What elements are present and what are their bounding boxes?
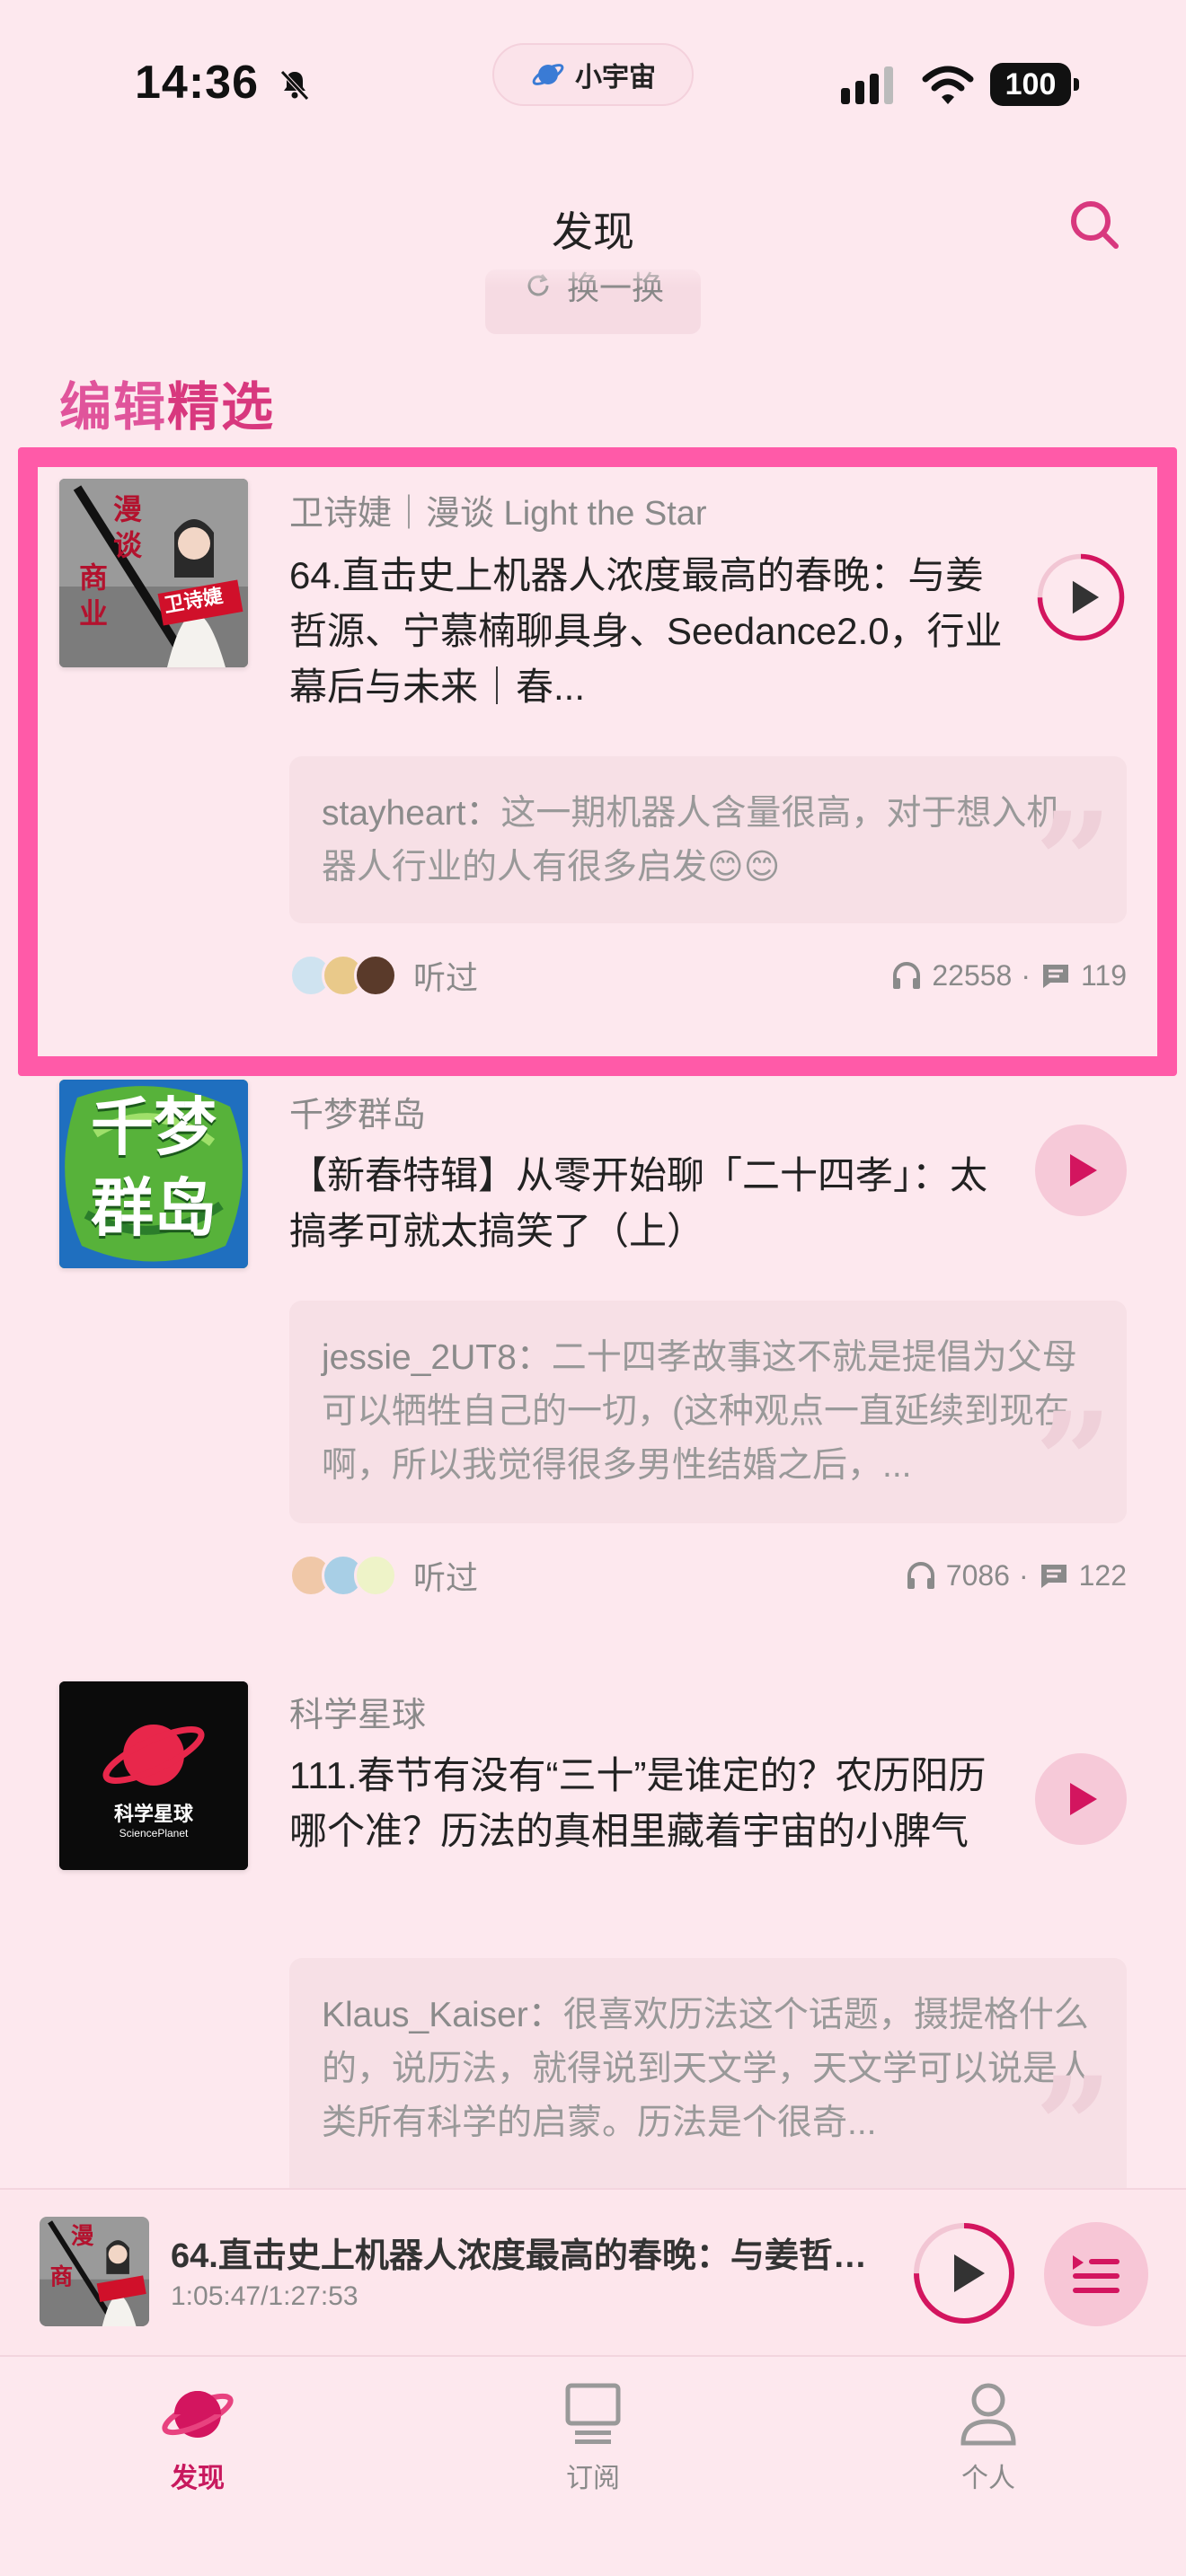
tab-label: 个人 — [961, 2464, 1015, 2493]
comment-count: 122 — [1078, 1558, 1127, 1592]
app-island-pill[interactable]: 小宇宙 — [492, 43, 694, 106]
episode-stats: 7086 · 122 — [905, 1548, 1127, 1602]
section-title-part2: 精选 — [167, 378, 276, 437]
tab-label: 发现 — [171, 2464, 225, 2493]
mini-player[interactable]: 漫 商 64.直击史上机器人浓度最高的春晚：与姜哲源、宁慕楠聊具身、Seedan… — [0, 2188, 1186, 2355]
play-progress-ring-icon — [1037, 553, 1125, 641]
quote-mark-icon: ” — [1034, 783, 1112, 923]
section-title-part1: 编辑 — [59, 378, 168, 437]
play-icon — [1070, 1783, 1097, 1815]
listened-row[interactable]: 听过 — [289, 1548, 478, 1602]
playlist-button[interactable] — [1044, 2222, 1148, 2326]
planet-logo-icon — [532, 64, 564, 85]
hot-comment[interactable]: Klaus_Kaiser：很喜欢历法这个话题，摄提格什么的，说历法，就得说到天文… — [289, 1958, 1127, 2188]
listened-label: 听过 — [413, 959, 479, 996]
play-button[interactable] — [1035, 1753, 1127, 1845]
mini-player-title[interactable]: 64.直击史上机器人浓度最高的春晚：与姜哲源、宁慕楠聊具身、Seedance2.… — [171, 2228, 890, 2277]
mini-player-time: 1:05:47/1:27:53 — [171, 2281, 358, 2311]
tab-discover[interactable]: 发现 — [108, 2375, 288, 2495]
page-title: 发现 — [552, 208, 634, 255]
stat-separator: · — [1018, 1558, 1029, 1592]
headphones-icon — [907, 1562, 934, 1589]
cover-art-image: 漫 商 — [40, 2217, 149, 2326]
avatar — [354, 1554, 397, 1597]
episode-title[interactable]: 111.春节有没有“三十”是谁定的？农历阳历哪个准？历法的真相里藏着宇宙的小脾气 — [289, 1748, 1008, 1859]
episode-author[interactable]: 卫诗婕｜漫谈 Light the Star — [289, 485, 707, 534]
episode-title[interactable]: 【新春特辑】从零开始聊「二十四孝」：太搞孝可就太搞笑了（上） — [289, 1148, 1008, 1259]
bell-muted-icon — [280, 70, 309, 101]
search-icon[interactable] — [1066, 196, 1123, 253]
section-title: 编辑精选 — [59, 365, 275, 440]
mini-player-play-button[interactable] — [911, 2220, 1017, 2326]
comment-username: Klaus_Kaiser： — [322, 1996, 563, 2034]
episode-author[interactable]: 科学星球 — [289, 1687, 426, 1736]
play-button[interactable] — [1035, 551, 1127, 643]
stat-separator: · — [1021, 958, 1031, 992]
battery-indicator: 100 — [990, 63, 1079, 106]
cover-text: 千梦 群岛 — [91, 1092, 217, 1243]
listener-avatars — [289, 954, 397, 997]
episode-stats: 22558 · 119 — [890, 948, 1127, 1002]
play-count: 22558 — [932, 958, 1013, 992]
monitor-icon — [565, 2383, 621, 2444]
quote-mark-icon: ” — [1034, 2048, 1112, 2188]
person-icon — [960, 2383, 1016, 2446]
tab-label: 订阅 — [566, 2464, 620, 2493]
mini-player-cover[interactable]: 漫 商 — [40, 2217, 149, 2326]
comment-icon — [1042, 965, 1068, 988]
comment-icon — [1040, 1565, 1067, 1588]
planet-icon — [162, 2391, 234, 2438]
play-button[interactable] — [1035, 1125, 1127, 1216]
tab-bar: 发现 订阅 个人 — [0, 2355, 1186, 2576]
header-fade — [0, 260, 1186, 287]
avatar — [354, 954, 397, 997]
svg-text:商: 商 — [50, 2264, 74, 2291]
svg-text:漫: 漫 — [71, 2223, 94, 2250]
comment-count: 119 — [1080, 958, 1127, 992]
listened-row[interactable]: 听过 — [289, 948, 478, 1002]
comment-username: stayheart： — [322, 794, 501, 833]
podcast-cover[interactable]: 科学星球 SciencePlanet — [59, 1681, 248, 1870]
quote-mark-icon: ” — [1034, 1383, 1112, 1523]
island-label: 小宇宙 — [575, 63, 656, 93]
play-count: 7086 — [945, 1558, 1010, 1592]
hot-comment[interactable]: stayheart：这一期机器人含量很高，对于想入机器人行业的人有很多启发😊😊 … — [289, 756, 1127, 923]
cellular-signal-icon — [841, 66, 893, 104]
play-icon — [1070, 1154, 1097, 1187]
wifi-icon — [922, 66, 974, 104]
play-icon — [954, 2254, 985, 2292]
episode-title[interactable]: 64.直击史上机器人浓度最高的春晚：与姜哲源、宁慕楠聊具身、Seedance2.… — [289, 548, 1008, 715]
listener-avatars — [289, 1554, 397, 1597]
hot-comment[interactable]: jessie_2UT8：二十四孝故事这不就是提倡为父母可以牺牲自己的一切，(这种… — [289, 1301, 1127, 1523]
status-time: 14:36 — [135, 57, 259, 109]
episode-author[interactable]: 千梦群岛 — [289, 1087, 426, 1136]
playlist-icon — [1073, 2255, 1120, 2293]
podcast-cover[interactable]: 千梦 群岛 — [59, 1080, 248, 1268]
status-bar: 14:36 小宇宙 100 — [0, 0, 1186, 171]
tab-profile[interactable]: 个人 — [898, 2375, 1078, 2495]
cover-text: 漫谈 — [113, 492, 143, 562]
comment-username: jessie_2UT8： — [322, 1338, 552, 1377]
podcast-cover[interactable]: 漫谈 商业 卫诗婕 — [59, 479, 248, 667]
cover-art-image — [59, 1681, 248, 1870]
cover-text: 科学星球 SciencePlanet — [113, 1803, 193, 1839]
tab-subscriptions[interactable]: 订阅 — [503, 2375, 683, 2495]
cover-text-2: 商业 — [79, 560, 109, 631]
listened-label: 听过 — [413, 1559, 479, 1596]
headphones-icon — [893, 962, 921, 989]
